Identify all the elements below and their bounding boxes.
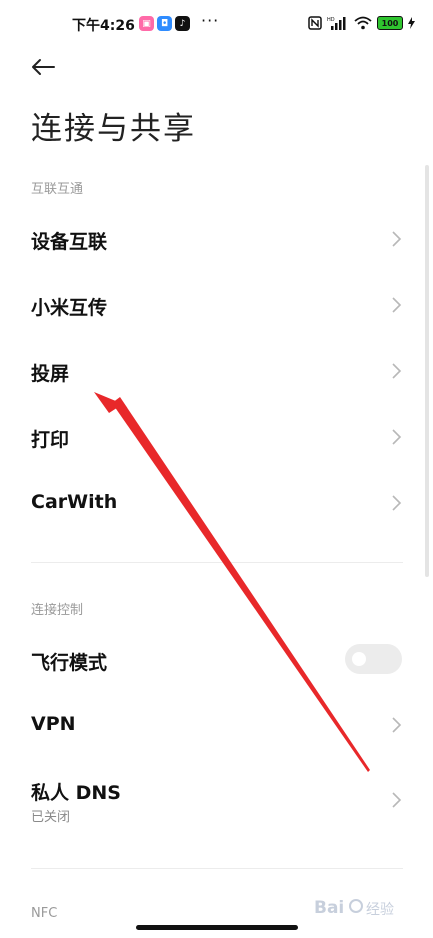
settings-item-carwith[interactable]: CarWith — [0, 470, 433, 536]
settings-item-print[interactable]: 打印 — [0, 404, 433, 470]
wifi-icon — [354, 16, 372, 30]
section-header-connection-control: 连接控制 — [31, 603, 84, 618]
section-header-interconnect: 互联互通 — [31, 182, 84, 197]
airplane-mode-toggle[interactable] — [345, 644, 402, 674]
section-divider — [31, 868, 403, 869]
nfc-icon — [308, 16, 322, 30]
toggle-knob — [352, 652, 366, 666]
app-icon-pink: ▣ — [139, 16, 154, 31]
chevron-right-icon — [392, 231, 402, 247]
settings-item-airplane-mode[interactable]: 飞行模式 — [0, 627, 433, 693]
status-time: 下午4:26 — [72, 18, 135, 34]
tiktok-icon: ♪ — [175, 16, 190, 31]
settings-item-label: 打印 — [31, 429, 70, 451]
more-notifications-icon: ··· — [201, 11, 220, 30]
page-title: 连接与共享 — [31, 111, 196, 147]
chevron-right-icon — [392, 297, 402, 313]
svg-text:经验: 经验 — [366, 902, 394, 918]
charging-icon — [408, 17, 415, 29]
settings-item-cast[interactable]: 投屏 — [0, 338, 433, 404]
section-header-nfc: NFC — [31, 906, 58, 921]
svg-text:HD: HD — [327, 17, 335, 23]
settings-item-label: 私人 DNS — [31, 782, 121, 804]
settings-item-device-interconnect[interactable]: 设备互联 — [0, 206, 433, 272]
baidu-watermark-logo: Bai 经验 — [314, 898, 394, 918]
chevron-right-icon — [392, 792, 402, 808]
settings-item-label: 设备互联 — [31, 231, 108, 253]
home-indicator[interactable] — [136, 925, 298, 930]
svg-text:Bai: Bai — [314, 898, 344, 918]
chevron-right-icon — [392, 495, 402, 511]
settings-item-private-dns[interactable]: 私人 DNS 已关闭 — [0, 762, 433, 840]
status-icons: HD 100 — [308, 16, 415, 30]
back-button[interactable] — [26, 52, 60, 82]
chevron-right-icon — [392, 717, 402, 733]
scrollbar[interactable] — [425, 165, 429, 577]
settings-item-label: CarWith — [31, 491, 118, 513]
chevron-right-icon — [392, 429, 402, 445]
settings-item-vpn[interactable]: VPN — [0, 692, 433, 758]
section-divider — [31, 562, 403, 563]
settings-item-label: 投屏 — [31, 363, 70, 385]
chevron-right-icon — [392, 363, 402, 379]
settings-item-mi-share[interactable]: 小米互传 — [0, 272, 433, 338]
back-arrow-icon — [32, 59, 55, 75]
settings-item-subtitle: 已关闭 — [31, 810, 71, 825]
settings-item-label: 飞行模式 — [31, 652, 108, 674]
settings-item-label: VPN — [31, 713, 76, 735]
app-icon-blue: ◘ — [157, 16, 172, 31]
battery-icon: 100 — [377, 16, 403, 30]
status-bar: 下午4:26 ▣ ◘ ♪ ··· HD 100 — [0, 0, 433, 48]
settings-item-label: 小米互传 — [31, 297, 108, 319]
signal-icon: HD — [327, 17, 346, 30]
